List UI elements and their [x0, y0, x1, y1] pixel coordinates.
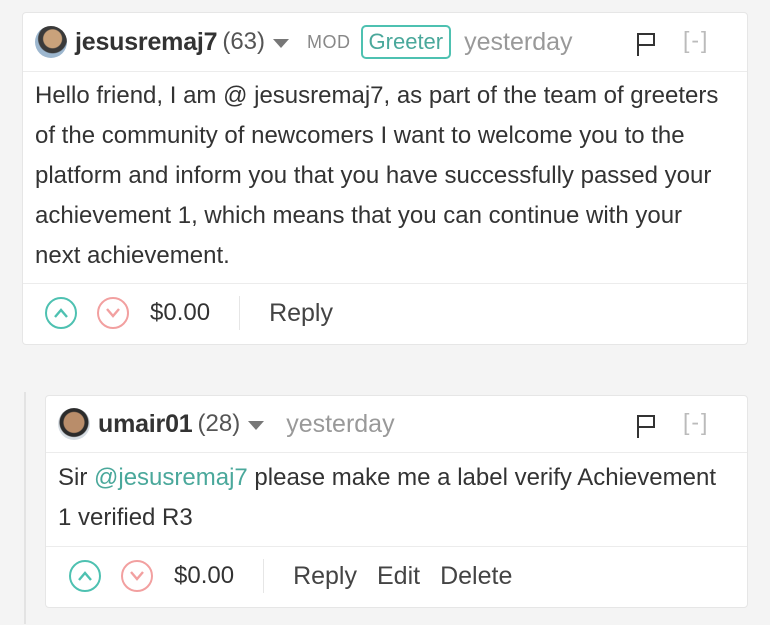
downvote-button[interactable] — [97, 297, 129, 329]
comment-header: umair01 (28) yesterday [-] — [46, 396, 747, 452]
author-reputation: (63) — [222, 28, 266, 55]
author-badge: Greeter — [360, 25, 452, 59]
author-reputation: (28) — [197, 410, 241, 437]
user-mention-link[interactable]: @jesusremaj7 — [94, 464, 248, 491]
timestamp[interactable]: yesterday — [286, 410, 394, 439]
avatar[interactable] — [58, 408, 90, 440]
chevron-down-icon — [130, 571, 144, 581]
comment-footer: $0.00 Reply — [23, 295, 747, 331]
downvote-button[interactable] — [121, 560, 153, 592]
delete-button[interactable]: Delete — [440, 562, 512, 591]
role-tag: MOD — [307, 31, 351, 52]
comment-card: jesusremaj7 (63) MOD Greeter yesterday [… — [22, 12, 748, 345]
divider — [23, 283, 747, 284]
divider — [46, 452, 747, 453]
body-prefix: Sir — [58, 464, 94, 491]
collapse-toggle[interactable]: [-] — [683, 409, 709, 436]
chevron-up-icon — [78, 571, 92, 581]
flag-icon[interactable] — [635, 413, 657, 439]
upvote-button[interactable] — [69, 560, 101, 592]
timestamp[interactable]: yesterday — [464, 28, 572, 57]
avatar[interactable] — [35, 26, 67, 58]
upvote-button[interactable] — [45, 297, 77, 329]
comment-footer: $0.00 Reply Edit Delete — [46, 558, 747, 594]
reply-button[interactable]: Reply — [293, 562, 357, 591]
chevron-up-icon — [54, 308, 68, 318]
divider — [23, 71, 747, 72]
author-name[interactable]: jesusremaj7 — [75, 28, 218, 57]
comment-body: Sir @jesusremaj7 please make me a label … — [58, 458, 735, 538]
footer-separator — [263, 559, 265, 593]
comment-card: umair01 (28) yesterday [-] Sir @jesusrem… — [45, 395, 748, 608]
chevron-down-icon — [106, 308, 120, 318]
reply-button[interactable]: Reply — [269, 299, 333, 328]
payout-value[interactable]: $0.00 — [174, 562, 234, 590]
flag-icon[interactable] — [635, 31, 657, 57]
footer-separator — [239, 296, 241, 330]
payout-value[interactable]: $0.00 — [150, 299, 210, 327]
comment-body: Hello friend, I am @ jesusremaj7, as par… — [35, 82, 719, 269]
edit-button[interactable]: Edit — [377, 562, 420, 591]
chevron-down-icon[interactable] — [248, 420, 265, 430]
collapse-toggle[interactable]: [-] — [683, 27, 709, 54]
author-name[interactable]: umair01 — [98, 410, 193, 439]
chevron-down-icon[interactable] — [273, 38, 290, 48]
thread-line — [24, 392, 26, 624]
comment-header: jesusremaj7 (63) MOD Greeter yesterday [… — [23, 13, 747, 71]
divider — [46, 546, 747, 547]
